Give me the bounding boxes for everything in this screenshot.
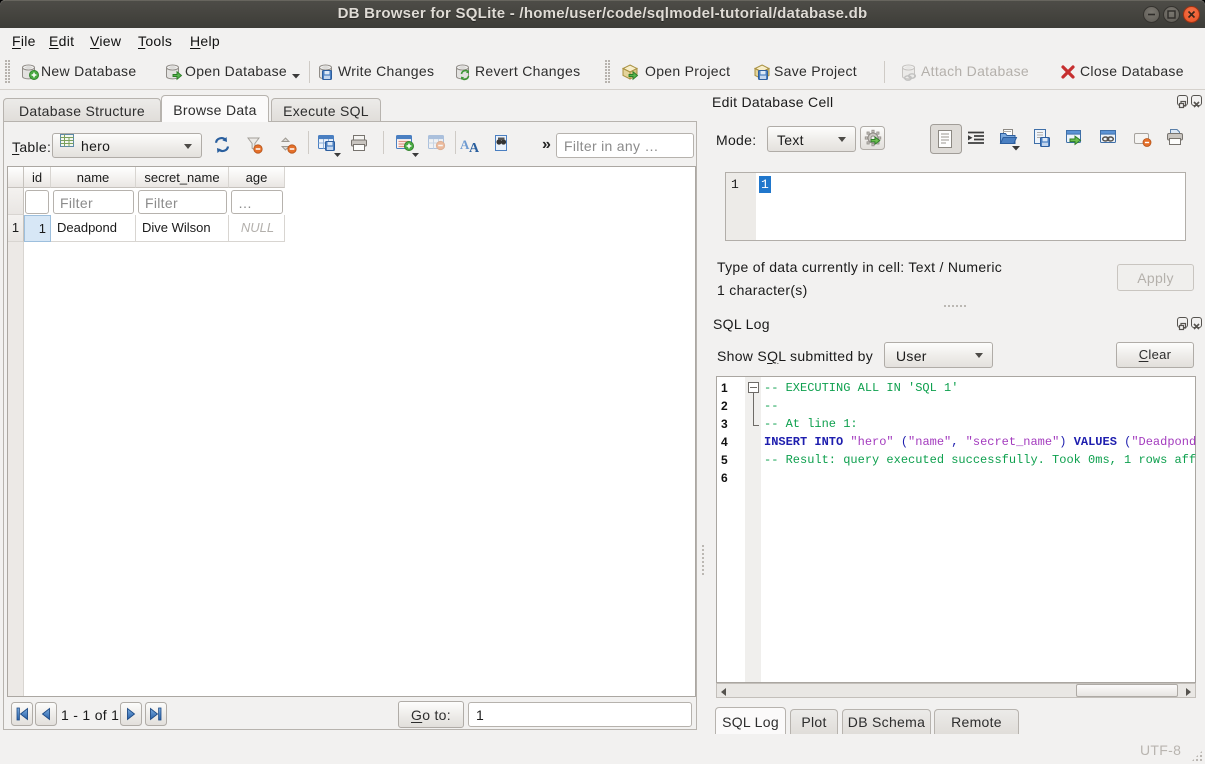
svg-text:A: A: [469, 141, 480, 156]
